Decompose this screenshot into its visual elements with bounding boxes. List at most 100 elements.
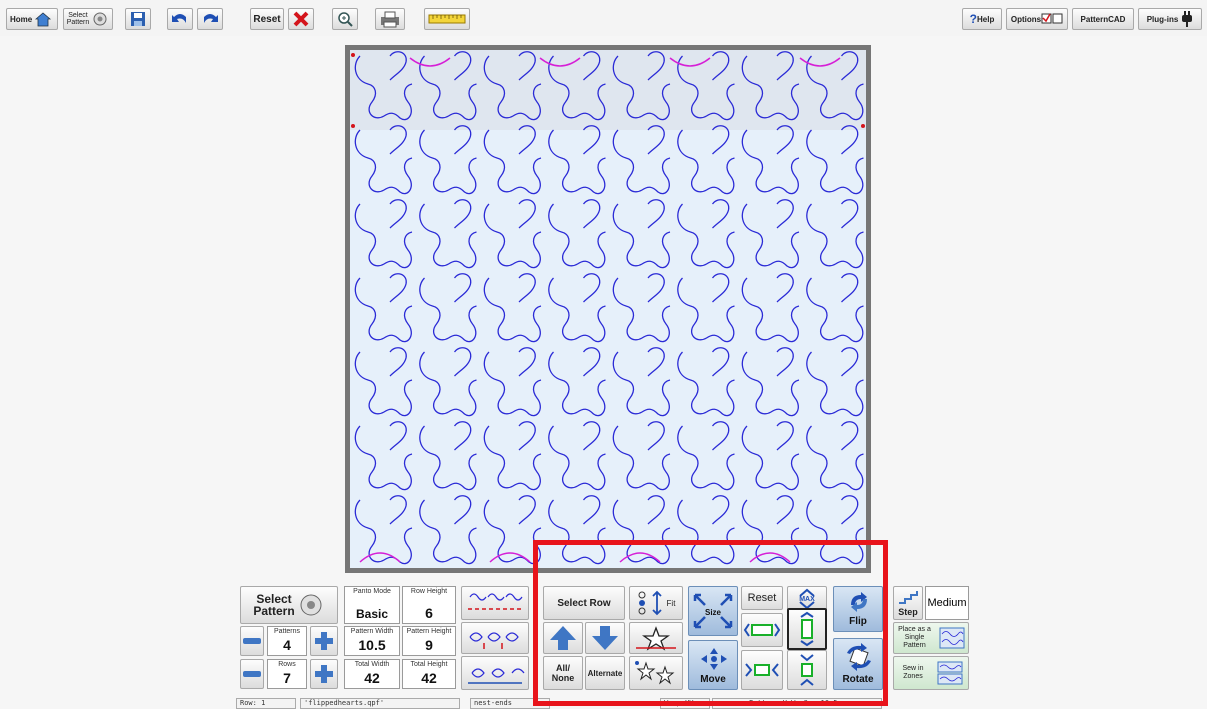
total-height-label: Total Height [410, 661, 448, 668]
move-button[interactable]: Move [688, 640, 738, 690]
step-label: Step [898, 607, 918, 617]
status-row: Row: 1 [236, 698, 296, 709]
minus-icon [243, 638, 261, 644]
rotate-icon [847, 643, 871, 671]
flip-button[interactable]: Flip [833, 586, 883, 632]
delete-button[interactable] [288, 8, 314, 30]
patterns-increment-button[interactable] [310, 626, 338, 656]
step-size-value: Medium [927, 597, 967, 609]
stretch-height-button[interactable] [787, 608, 827, 650]
fit-multi-star-button[interactable] [629, 656, 683, 690]
row-height-field[interactable]: Row Height 6 [402, 586, 456, 624]
zones-thumb-icon [937, 661, 963, 685]
status-file: 'flippedhearts.qpf' [300, 698, 460, 709]
select-row-button[interactable]: Select Row [543, 586, 625, 620]
home-icon [35, 12, 52, 27]
select-pattern-large-label: Select Pattern [253, 592, 295, 618]
help-button[interactable]: ? Help [962, 8, 1002, 30]
rows-field: Rows 7 [267, 659, 307, 689]
pattern-thumb-icon [939, 627, 964, 649]
pattern-canvas[interactable] [345, 45, 871, 573]
fit-star-button[interactable] [629, 622, 683, 654]
total-height-field[interactable]: Total Height 42 [402, 659, 456, 689]
ruler-button[interactable] [424, 8, 470, 30]
reset-button[interactable]: Reset [250, 8, 284, 30]
step-size-field[interactable]: Medium [925, 586, 969, 620]
rotate-button[interactable]: Rotate [833, 638, 883, 690]
all-none-button[interactable]: All/ None [543, 656, 583, 690]
stretch-vertical-icon [800, 611, 814, 647]
nest-rows-icon [468, 593, 523, 610]
zoom-in-icon [338, 12, 353, 27]
svg-text:MAX: MAX [799, 596, 815, 603]
redo-button[interactable] [197, 8, 223, 30]
shrink-height-button[interactable] [787, 650, 827, 690]
svg-text:Size: Size [705, 608, 722, 617]
select-pattern-button[interactable]: Select Pattern [63, 8, 113, 30]
flip-label: Flip [849, 616, 867, 627]
move-arrows-icon [701, 648, 727, 670]
save-icon [131, 12, 145, 26]
size-button[interactable]: Size [688, 586, 738, 636]
undo-button[interactable] [167, 8, 193, 30]
home-button[interactable]: Home [6, 8, 58, 30]
place-single-pattern-button[interactable]: Place as a Single Pattern [893, 622, 969, 654]
pattern-width-field[interactable]: Pattern Width 10.5 [344, 626, 400, 656]
total-width-label: Total Width [354, 661, 390, 668]
row-down-button[interactable] [585, 622, 625, 654]
select-row-label: Select Row [557, 597, 611, 609]
sew-in-zones-button[interactable]: Sew in Zones [893, 656, 969, 690]
patterns-value: 4 [283, 637, 291, 653]
redo-icon [204, 14, 218, 23]
pattern-preview [350, 50, 866, 568]
fit-button[interactable]: Fit [629, 586, 683, 620]
rows-label: Rows [278, 661, 296, 668]
all-none-label: All/ None [551, 663, 575, 683]
reset-size-label: Reset [747, 592, 777, 604]
printer-icon [381, 11, 399, 28]
plugins-button[interactable]: Plug-ins [1138, 8, 1202, 30]
pattern-width-value: 10.5 [358, 637, 386, 653]
panto-mode-label: Panto Mode [353, 588, 391, 595]
spread-rows-button[interactable] [461, 656, 529, 690]
plus-icon [315, 665, 333, 683]
rows-value: 7 [283, 670, 291, 686]
pattern-height-field[interactable]: Pattern Height 9 [402, 626, 456, 656]
flip-icon [851, 592, 867, 612]
options-button[interactable]: Options [1006, 8, 1068, 30]
reset-label: Reset [253, 13, 281, 25]
total-width-field[interactable]: Total Width 42 [344, 659, 400, 689]
question-icon: ? [969, 12, 977, 26]
stretch-horizontal-icon [743, 623, 781, 637]
save-button[interactable] [125, 8, 151, 30]
plugins-label: Plug-ins [1146, 14, 1179, 24]
patterns-decrement-button[interactable] [240, 626, 264, 656]
nest-rows-button[interactable] [461, 586, 529, 620]
reset-size-button[interactable]: Reset [741, 586, 783, 610]
row-up-button[interactable] [543, 622, 583, 654]
plug-icon [1182, 11, 1193, 27]
status-wrap: Wrap:HV [660, 698, 710, 709]
rows-decrement-button[interactable] [240, 659, 264, 689]
max-button[interactable]: MAX [787, 586, 827, 610]
checkbox-icon [1041, 13, 1063, 24]
rows-increment-button[interactable] [310, 659, 338, 689]
shrink-width-button[interactable] [741, 650, 783, 690]
zoom-button[interactable] [332, 8, 358, 30]
select-pattern-large-button[interactable]: Select Pattern [240, 586, 338, 624]
undo-icon [172, 14, 186, 23]
alternate-label: Alternate [587, 668, 623, 678]
patterncad-label: PatternCAD [1080, 14, 1126, 24]
patterncad-button[interactable]: PatternCAD [1072, 8, 1134, 30]
print-button[interactable] [375, 8, 405, 30]
fit-icon [638, 590, 662, 616]
spool-icon [93, 12, 107, 26]
stretch-width-button[interactable] [741, 613, 783, 647]
stagger-rows-button[interactable] [461, 622, 529, 654]
alternate-button[interactable]: Alternate [585, 656, 625, 690]
step-button[interactable]: Step [893, 586, 923, 620]
select-pattern-label: Select Pattern [66, 12, 90, 26]
panto-mode-field[interactable]: Panto Mode Basic [344, 586, 400, 624]
home-label: Home [10, 14, 33, 24]
arrow-down-icon [592, 626, 618, 650]
